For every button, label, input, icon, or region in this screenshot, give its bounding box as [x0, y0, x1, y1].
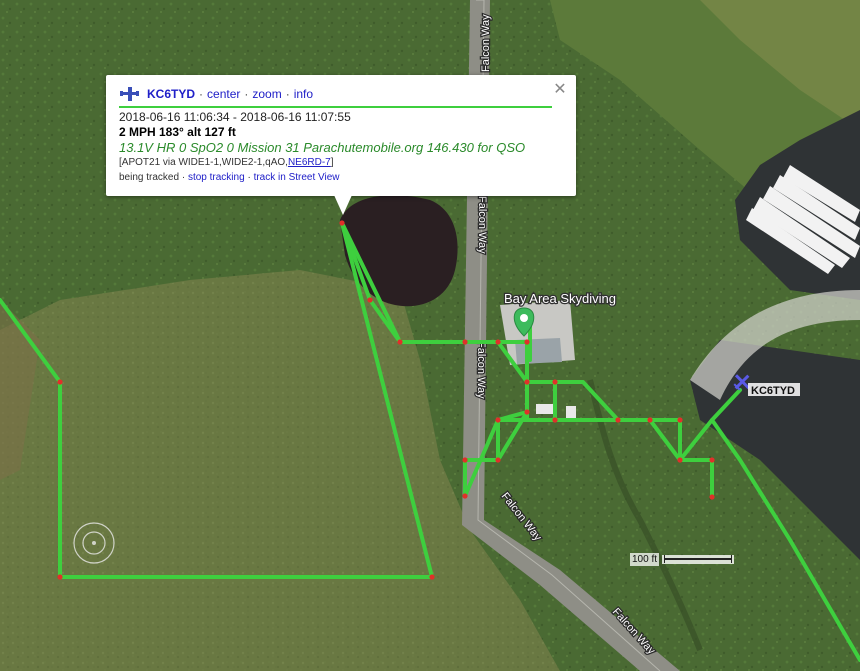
track-point[interactable]	[524, 379, 530, 385]
scale-bar	[662, 555, 734, 564]
track-point[interactable]	[709, 494, 715, 500]
separator: ·	[285, 87, 290, 101]
popup-pointer	[334, 195, 352, 215]
track-point[interactable]	[709, 457, 715, 463]
street-view-link[interactable]: track in Street View	[254, 172, 340, 183]
vehicle	[536, 404, 554, 414]
track-point[interactable]	[677, 417, 683, 423]
place-label-bay-area-skydiving[interactable]: Bay Area Skydiving	[503, 290, 618, 308]
track-point[interactable]	[552, 379, 558, 385]
track-point[interactable]	[495, 457, 501, 463]
separator: ·	[244, 87, 249, 101]
road-label-falcon-way: Falcon Way	[475, 341, 487, 399]
packet-path: [APOT21 via WIDE1-1,WIDE2-1,qAO,NE6RD-7]	[119, 157, 334, 168]
station-comment: 13.1V HR 0 SpO2 0 Mission 31 Parachutemo…	[119, 140, 526, 155]
path-prefix: [APOT21 via WIDE1-1,WIDE2-1,qAO,	[119, 157, 288, 168]
scale-label: 100 ft	[630, 553, 660, 566]
track-point[interactable]	[495, 339, 501, 345]
digipeater-link[interactable]: NE6RD-7	[288, 157, 331, 168]
track-point[interactable]	[462, 493, 468, 499]
track-point[interactable]	[339, 220, 345, 226]
popup-divider	[119, 106, 552, 108]
track-point[interactable]	[524, 409, 530, 415]
track-point[interactable]	[367, 297, 373, 303]
path-suffix: ]	[330, 157, 334, 168]
track-point[interactable]	[677, 457, 683, 463]
speed-heading-altitude: 2 MPH 183° alt 127 ft	[119, 125, 236, 139]
tracking-status: being tracked · stop tracking · track in…	[119, 172, 340, 183]
separator: ·	[181, 172, 186, 183]
station-info-popup: KC6TYD · center · zoom · info ✕ 2018-06-…	[106, 75, 576, 196]
road-label-falcon-way: Falcon Way	[476, 196, 488, 254]
center-link[interactable]: center	[207, 87, 240, 101]
track-point[interactable]	[524, 339, 530, 345]
map-scale: 100 ft	[628, 553, 738, 567]
close-icon[interactable]: ✕	[552, 82, 568, 98]
track-point[interactable]	[552, 417, 558, 423]
track-point[interactable]	[647, 417, 653, 423]
tracked-text: being tracked	[119, 172, 180, 183]
track-point[interactable]	[57, 574, 63, 580]
plane-icon	[119, 86, 141, 102]
aircraft-label[interactable]: KC6TYD	[751, 385, 795, 397]
callsign-link[interactable]: KC6TYD	[147, 87, 195, 101]
separator: ·	[247, 172, 251, 183]
track-point[interactable]	[462, 457, 468, 463]
track-point[interactable]	[462, 339, 468, 345]
stop-tracking-link[interactable]: stop tracking	[188, 172, 245, 183]
separator: ·	[199, 87, 204, 101]
track-point[interactable]	[429, 574, 435, 580]
track-point[interactable]	[57, 379, 63, 385]
track-point[interactable]	[615, 417, 621, 423]
time-range: 2018-06-16 11:06:34 - 2018-06-16 11:07:5…	[119, 110, 351, 124]
popup-header: KC6TYD · center · zoom · info	[119, 86, 313, 102]
zoom-link[interactable]: zoom	[252, 87, 281, 101]
road-label-falcon-way: Falcon Way	[480, 14, 492, 72]
info-link[interactable]: info	[294, 87, 313, 101]
track-point[interactable]	[397, 339, 403, 345]
track-point[interactable]	[495, 417, 501, 423]
